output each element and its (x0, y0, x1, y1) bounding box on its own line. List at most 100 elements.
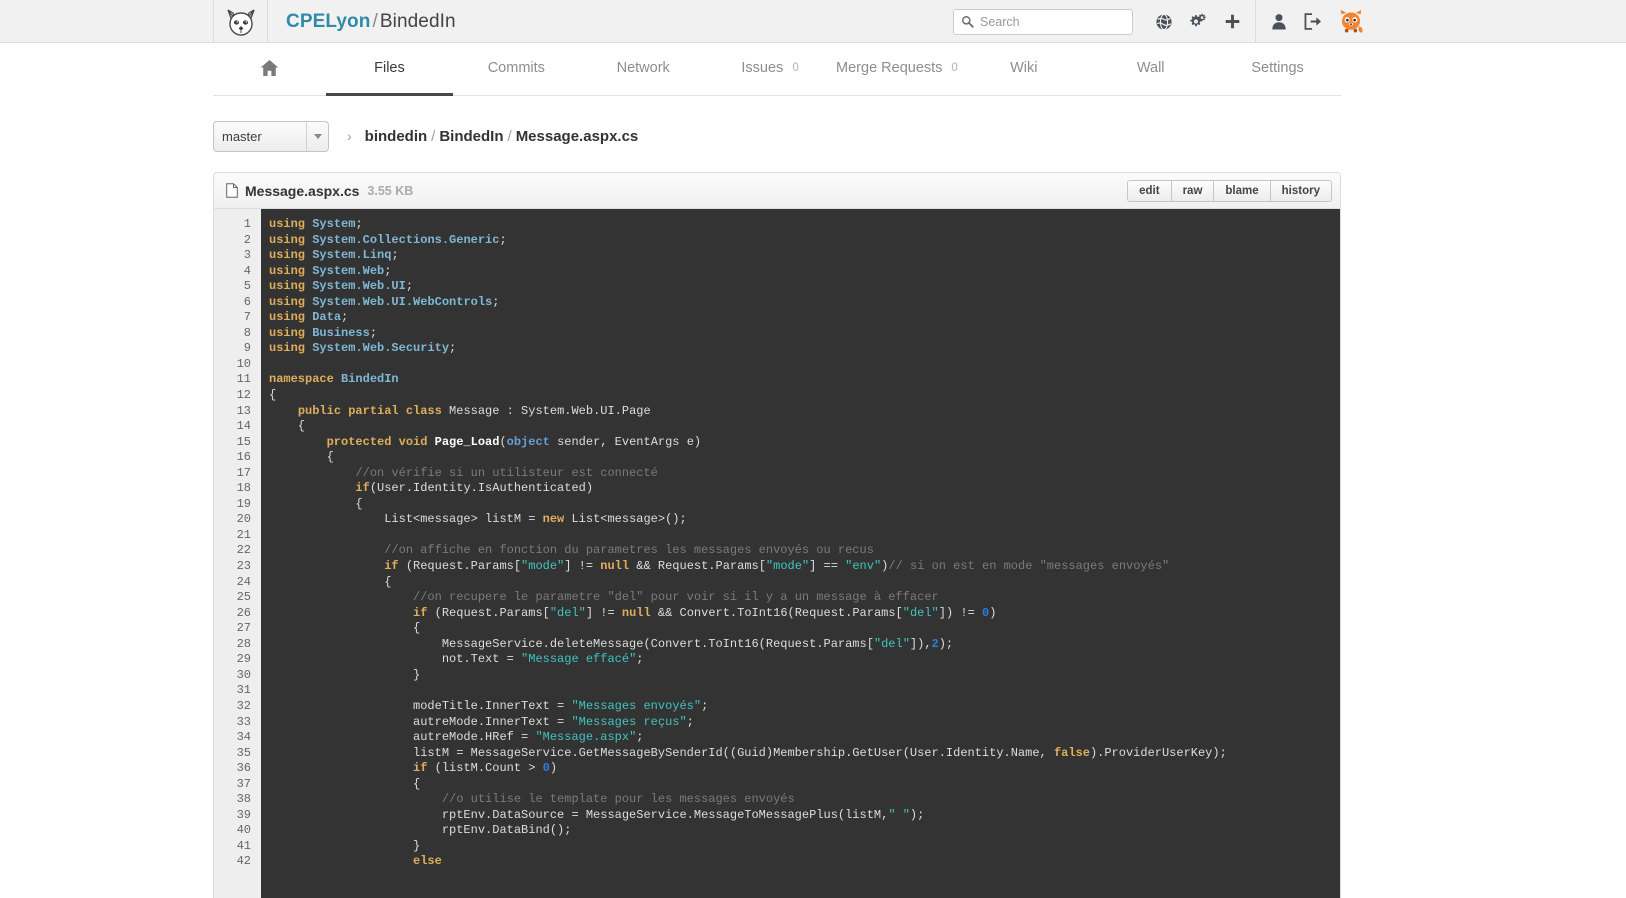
gitlab-logo-link[interactable] (213, 0, 268, 43)
line-number: 27 (236, 621, 251, 636)
new-project-button[interactable] (1215, 0, 1249, 43)
code-content[interactable]: using System; using System.Collections.Ge… (261, 209, 1340, 898)
tab-files-label: Files (374, 60, 405, 76)
tab-merge-requests-label: Merge Requests (836, 60, 943, 76)
line-number-gutter: 1 2 3 4 5 6 7 8 9 10 11 12 13 14 15 16 17 18 19 20 21 22 23 24 2… (214, 209, 261, 898)
tab-settings[interactable]: Settings (1214, 43, 1341, 96)
search-input[interactable] (980, 14, 1120, 29)
line-number: 16 (236, 450, 251, 465)
code-line: autreMode.InnerText = "Messages reçus"; (269, 714, 694, 729)
code-line: //on affiche en fonction du parametres l… (384, 543, 874, 558)
user-avatar-fox[interactable] (1338, 9, 1364, 35)
header-divider (1255, 0, 1256, 43)
logout-icon (1304, 13, 1322, 30)
line-number: 18 (236, 481, 251, 496)
tab-wiki[interactable]: Wiki (960, 43, 1087, 96)
code-line: } (269, 667, 421, 682)
line-number: 42 (236, 854, 251, 869)
code-line: namespace BindedIn (269, 372, 399, 387)
code-line: not.Text = "Message effacé"; (269, 652, 644, 667)
tab-merge-requests-count: 0 (951, 62, 958, 74)
code-line: { (269, 496, 363, 511)
tab-files[interactable]: Files (326, 43, 453, 96)
line-number: 31 (236, 683, 251, 698)
line-number: 38 (236, 792, 251, 807)
gears-icon (1190, 13, 1206, 26)
line-number: 17 (236, 465, 251, 480)
code-line: rptEnv.DataBind(); (269, 823, 572, 838)
line-number: 21 (236, 527, 251, 542)
breadcrumb-part-repo[interactable]: bindedin (365, 128, 428, 145)
line-number: 35 (236, 745, 251, 760)
tab-merge-requests[interactable]: Merge Requests 0 (834, 43, 961, 96)
code-line: protected void Page_Load(object sender, … (326, 434, 702, 449)
line-number: 33 (236, 714, 251, 729)
project-nav: Files Commits Network Issues 0 Merge Req… (213, 43, 1341, 96)
code-line: using System; (269, 217, 363, 231)
tab-issues-label: Issues (741, 60, 784, 76)
search-box[interactable] (953, 8, 1133, 35)
file-panel: Message.aspx.cs 3.55 KB edit raw blame h… (213, 172, 1341, 898)
breadcrumb-part-folder[interactable]: BindedIn (439, 128, 503, 145)
branch-selector-value: master (222, 128, 262, 144)
code-line: { (269, 621, 421, 636)
admin-settings-button[interactable] (1181, 0, 1215, 43)
raw-button[interactable]: raw (1170, 179, 1214, 202)
code-line: //o utilise le template pour les message… (441, 792, 795, 807)
breadcrumb-part-file: Message.aspx.cs (515, 127, 639, 145)
code-line: if (Request.Params["del"] != null && Con… (413, 605, 997, 620)
sign-out-button[interactable] (1296, 0, 1330, 43)
code-line: else (413, 854, 442, 869)
code-line: using System.Web.UI; (269, 279, 414, 294)
line-number: 39 (236, 807, 251, 822)
project-namespace[interactable]: CPELyon (286, 11, 370, 32)
code-line: using System.Linq; (269, 248, 399, 263)
code-line: modeTitle.InnerText = "Messages envoyés"… (269, 698, 709, 713)
line-number: 2 (243, 232, 251, 247)
plus-icon (1225, 14, 1239, 29)
line-number: 37 (236, 776, 251, 791)
history-button[interactable]: history (1269, 179, 1332, 202)
breadcrumb-sep-2: / (507, 127, 512, 145)
branch-selector[interactable]: master (213, 120, 329, 152)
tab-commits[interactable]: Commits (453, 43, 580, 96)
tab-issues-count: 0 (792, 62, 799, 74)
breadcrumb-chevron-icon: › (347, 128, 352, 144)
code-line: List<message> listM = new List<message>(… (269, 512, 687, 527)
line-number: 13 (236, 403, 251, 418)
code-line: public partial class Message : System.We… (297, 403, 651, 418)
blame-button[interactable]: blame (1213, 179, 1270, 202)
tab-issues[interactable]: Issues 0 (707, 43, 834, 96)
file-panel-header: Message.aspx.cs 3.55 KB edit raw blame h… (214, 173, 1340, 209)
line-number: 34 (236, 730, 251, 745)
project-name[interactable]: BindedIn (380, 11, 456, 32)
project-title: CPELyon / BindedIn (286, 11, 456, 33)
tab-network[interactable]: Network (580, 43, 707, 96)
code-line: listM = MessageService.GetMessageBySende… (269, 745, 1227, 760)
sidebar-item-home[interactable] (213, 43, 326, 96)
code-line: { (269, 776, 421, 791)
line-number: 32 (236, 698, 251, 713)
profile-button[interactable] (1262, 0, 1296, 43)
line-number: 8 (243, 325, 251, 340)
line-number: 15 (236, 434, 251, 449)
tab-wiki-label: Wiki (1010, 60, 1038, 76)
public-explore-button[interactable] (1147, 0, 1181, 43)
edit-button[interactable]: edit (1127, 179, 1171, 202)
file-name: Message.aspx.cs (245, 182, 360, 199)
tab-settings-label: Settings (1251, 60, 1304, 76)
line-number: 22 (236, 543, 251, 558)
breadcrumb: bindedin / BindedIn / Message.aspx.cs (365, 128, 639, 145)
line-number: 36 (236, 761, 251, 776)
tab-wall[interactable]: Wall (1087, 43, 1214, 96)
line-number: 11 (236, 372, 251, 387)
code-line: //on recupere le parametre "del" pour vo… (413, 590, 939, 605)
code-line: autreMode.HRef = "Message.aspx"; (269, 730, 644, 745)
code-viewer[interactable]: 1 2 3 4 5 6 7 8 9 10 11 12 13 14 15 16 17 18 19 20 21 22 23 24 2… (214, 209, 1340, 898)
code-line: using System.Web; (269, 263, 392, 278)
user-icon (1272, 14, 1286, 30)
line-number: 25 (236, 590, 251, 605)
